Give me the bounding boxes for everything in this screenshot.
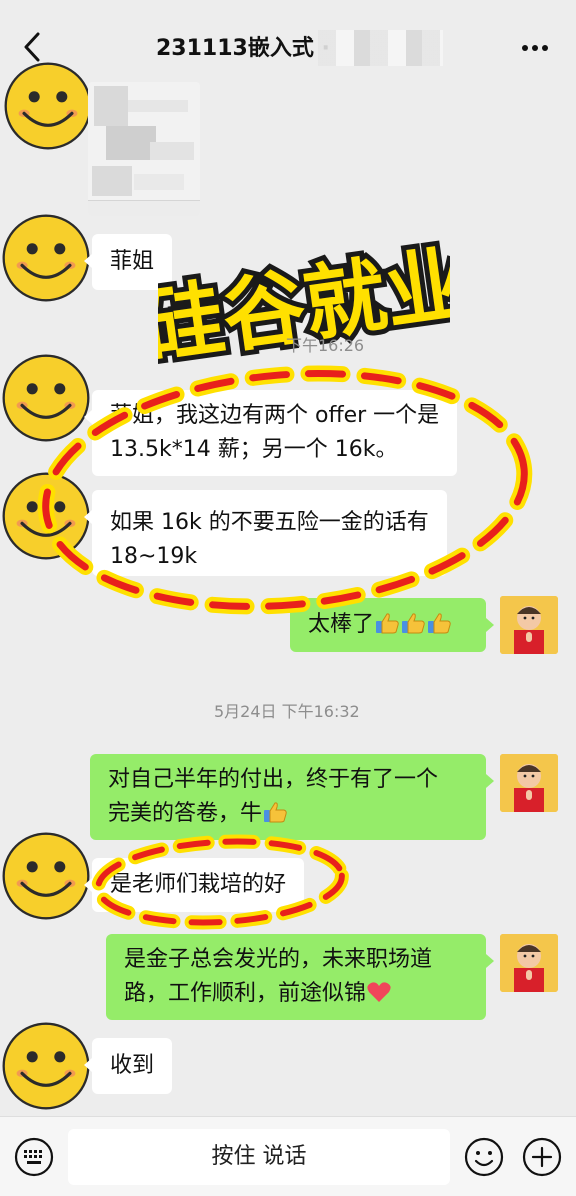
watermark-stamp: 硅谷就业	[158, 232, 450, 382]
avatar-incoming[interactable]	[0, 830, 92, 922]
message-bubble-in[interactable]: 如果 16k 的不要五险一金的话有 18~19k	[84, 490, 447, 576]
chat-title: 231113嵌入式 ·	[156, 36, 330, 61]
message-text: 菲姐，我这边有两个 offer 一个是	[110, 403, 440, 428]
message-text: 是金子总会发光的，未来职场道	[124, 947, 433, 972]
heart-emoji	[366, 980, 392, 1004]
avatar-incoming[interactable]	[0, 1020, 92, 1112]
avatar-incoming[interactable]	[0, 352, 92, 444]
message-text: 路，工作顺利，前途似锦	[124, 981, 367, 1006]
thumbs-up-emoji	[426, 611, 452, 635]
message-text: 菲姐	[110, 249, 155, 274]
thumbs-up-emoji	[374, 611, 400, 635]
keyboard-icon[interactable]	[14, 1137, 54, 1177]
message-text: 完美的答卷，牛	[108, 801, 263, 826]
more-dots-icon[interactable]	[520, 38, 550, 58]
avatar-incoming[interactable]	[0, 212, 92, 304]
image-message[interactable]	[88, 82, 200, 216]
back-arrow-icon[interactable]	[18, 30, 48, 64]
avatar-self[interactable]	[500, 754, 558, 812]
message-bubble-in[interactable]: 菲姐，我这边有两个 offer 一个是 13.5k*14 薪；另一个 16k。	[83, 390, 458, 476]
timestamp: 5月24日 下午16:32	[214, 702, 360, 721]
message-bubble-out[interactable]: 是金子总会发光的，未来职场道 路，工作顺利，前途似锦	[106, 934, 494, 1020]
hold-to-talk-button[interactable]: 按住 说话	[68, 1129, 450, 1185]
message-text: 是老师们栽培的好	[110, 872, 287, 897]
thumbs-up-emoji	[400, 611, 426, 635]
message-bubble-out[interactable]: 太棒了	[290, 598, 494, 652]
avatar-incoming[interactable]	[2, 60, 94, 152]
message-bubble-in[interactable]: 是老师们栽培的好	[83, 858, 305, 912]
avatar-self[interactable]	[500, 934, 558, 992]
message-text: 如果 16k 的不要五险一金的话有	[110, 510, 429, 535]
timestamp: 下午16:26	[286, 336, 365, 355]
plus-icon[interactable]	[522, 1137, 562, 1177]
message-bubble-out[interactable]: 对自己半年的付出，终于有了一个 完美的答卷，牛	[90, 754, 494, 840]
input-bar: 按住 说话	[0, 1116, 576, 1196]
emoji-icon[interactable]	[464, 1137, 504, 1177]
message-text: 收到	[110, 1053, 155, 1078]
message-text: 18~19k	[110, 544, 198, 569]
message-bubble-in[interactable]: 收到	[83, 1038, 173, 1094]
message-text: 13.5k*14 薪；另一个 16k。	[110, 437, 398, 462]
message-text: 对自己半年的付出，终于有了一个	[108, 767, 439, 792]
avatar-self[interactable]	[500, 596, 558, 654]
thumbs-up-emoji	[262, 800, 288, 824]
message-text: 太棒了	[308, 612, 375, 637]
avatar-incoming[interactable]	[0, 470, 92, 562]
title-redaction	[318, 30, 443, 66]
